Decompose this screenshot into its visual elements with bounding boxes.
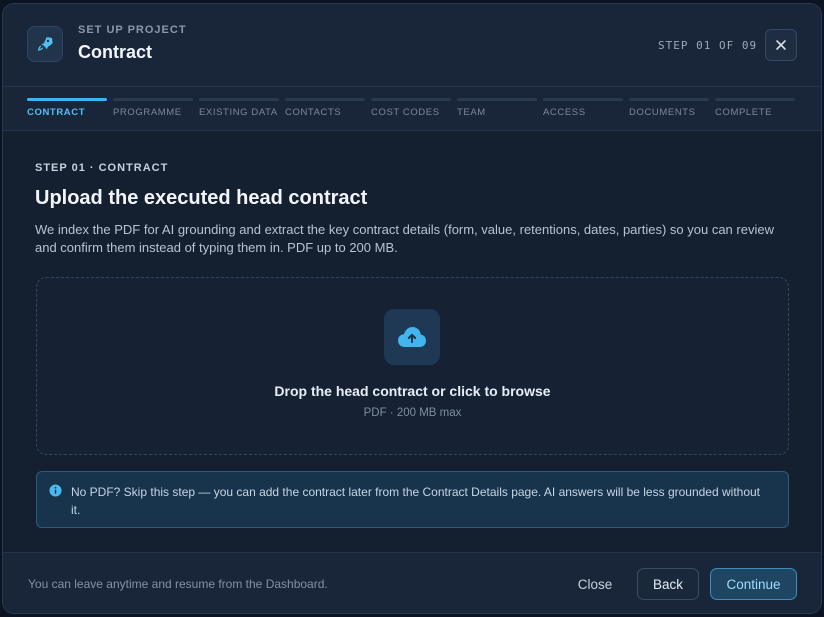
page-title: Contract <box>78 42 153 62</box>
step-contract[interactable]: CONTRACT <box>27 98 107 118</box>
footer-note: You can leave anytime and resume from th… <box>28 577 328 591</box>
step-contacts[interactable]: CONTACTS <box>285 98 365 118</box>
close-icon <box>776 40 786 50</box>
close-button[interactable]: Close <box>565 568 625 600</box>
contract-dropzone[interactable]: Drop the head contract or click to brows… <box>36 277 789 455</box>
setup-project-modal: SET UP PROJECT Contract STEP 01 OF 09 CO… <box>2 3 822 614</box>
step-existing-data[interactable]: EXISTING DATA <box>199 98 279 118</box>
step-label: CONTRACT <box>27 107 86 118</box>
step-label: CONTACTS <box>285 107 342 118</box>
section-eyebrow: STEP 01 · CONTRACT <box>35 162 169 174</box>
step-complete[interactable]: COMPLETE <box>715 98 795 118</box>
wizard-stepper: CONTRACT PROGRAMME EXISTING DATA CONTACT… <box>3 86 821 131</box>
rocket-icon <box>27 26 63 62</box>
step-label: COMPLETE <box>715 107 773 118</box>
modal-header: SET UP PROJECT Contract STEP 01 OF 09 <box>3 4 821 86</box>
step-documents[interactable]: DOCUMENTS <box>629 98 709 118</box>
modal-footer: You can leave anytime and resume from th… <box>3 552 821 613</box>
step-cost-codes[interactable]: COST CODES <box>371 98 451 118</box>
step-label: ACCESS <box>543 107 586 118</box>
back-button[interactable]: Back <box>637 568 699 600</box>
step-programme[interactable]: PROGRAMME <box>113 98 193 118</box>
modal-body: STEP 01 · CONTRACT Upload the executed h… <box>3 132 821 552</box>
info-text: No PDF? Skip this step — you can add the… <box>71 485 761 517</box>
close-modal-button[interactable] <box>765 29 797 61</box>
dropzone-subtitle: PDF · 200 MB max <box>363 407 462 419</box>
step-label: TEAM <box>457 107 486 118</box>
step-label: DOCUMENTS <box>629 107 696 118</box>
info-icon <box>49 484 62 497</box>
cloud-upload-icon <box>384 309 440 365</box>
step-indicator: STEP 01 OF 09 <box>658 39 758 52</box>
section-description: We index the PDF for AI grounding and ex… <box>35 222 774 255</box>
info-callout: No PDF? Skip this step — you can add the… <box>36 471 789 528</box>
step-label: EXISTING DATA <box>199 107 278 118</box>
step-access[interactable]: ACCESS <box>543 98 623 118</box>
dropzone-title: Drop the head contract or click to brows… <box>274 383 551 399</box>
step-team[interactable]: TEAM <box>457 98 537 118</box>
step-label: COST CODES <box>371 107 440 118</box>
continue-button[interactable]: Continue <box>710 568 797 600</box>
header-eyebrow: SET UP PROJECT <box>78 24 187 36</box>
step-label: PROGRAMME <box>113 107 182 118</box>
section-heading: Upload the executed head contract <box>35 187 368 209</box>
